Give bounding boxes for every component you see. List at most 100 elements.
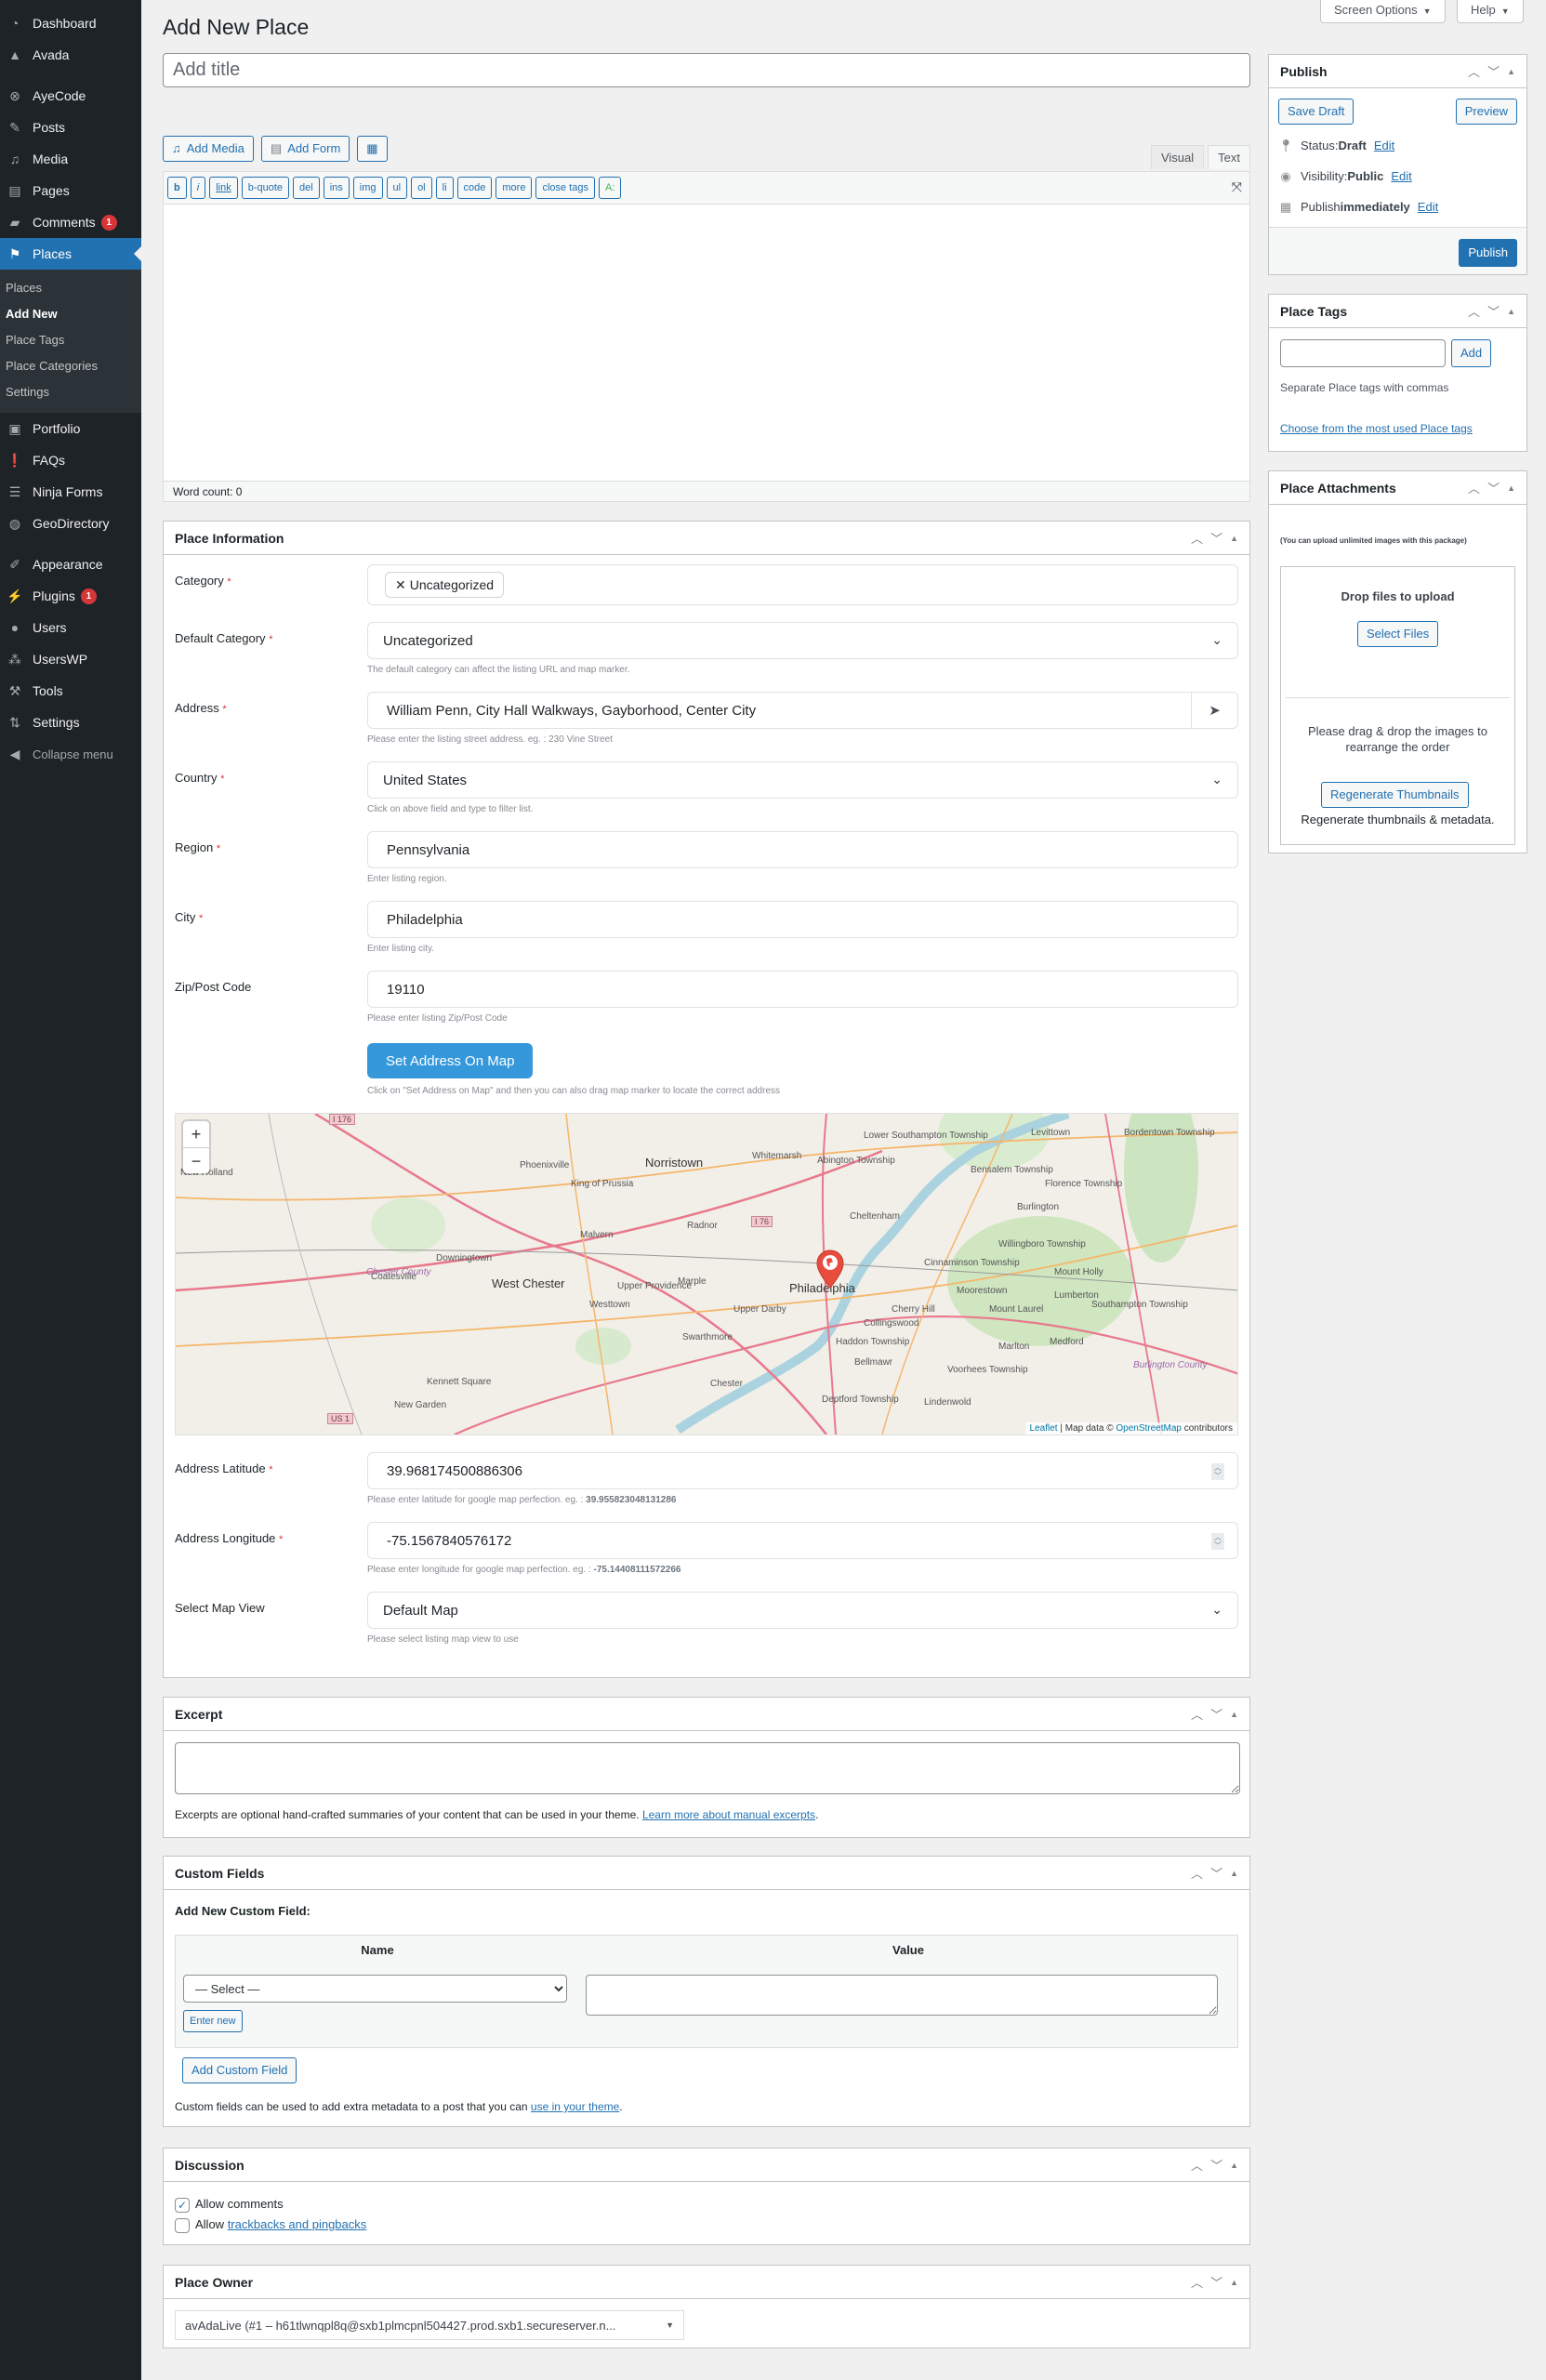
- add-tag-button[interactable]: Add: [1451, 339, 1492, 367]
- menu-userswp[interactable]: ⁂ UsersWP: [0, 643, 141, 675]
- enter-new-button[interactable]: Enter new: [183, 2010, 243, 2032]
- submenu-place-tags[interactable]: Place Tags: [0, 327, 141, 353]
- qt-code-button[interactable]: code: [456, 177, 493, 199]
- qt-more-button[interactable]: more: [496, 177, 533, 199]
- toggle-panel-icon[interactable]: ▲: [1230, 2161, 1238, 2170]
- move-up-icon[interactable]: ︿: [1191, 2156, 1203, 2174]
- qt-ol-button[interactable]: ol: [411, 177, 432, 199]
- toggle-panel-icon[interactable]: ▲: [1230, 2278, 1238, 2287]
- excerpt-textarea[interactable]: [175, 1742, 1240, 1794]
- map-marker-icon[interactable]: [816, 1250, 844, 1289]
- toggle-panel-icon[interactable]: ▲: [1230, 534, 1238, 543]
- add-custom-field-button[interactable]: Add Custom Field: [182, 2057, 297, 2083]
- toggle-panel-icon[interactable]: ▲: [1507, 483, 1515, 493]
- menu-comments[interactable]: ▰ Comments 1: [0, 206, 141, 238]
- default-category-select[interactable]: Uncategorized ⌄: [367, 622, 1238, 659]
- menu-plugins[interactable]: ⚡ Plugins 1: [0, 580, 141, 612]
- openstreetmap-link[interactable]: OpenStreetMap: [1116, 1423, 1182, 1434]
- locate-arrow-icon[interactable]: ➤: [1191, 693, 1237, 728]
- move-up-icon[interactable]: ︿: [1468, 302, 1480, 320]
- fullscreen-icon[interactable]: ⤧: [1232, 179, 1242, 195]
- toggle-panel-icon[interactable]: ▲: [1507, 67, 1515, 76]
- content-textarea[interactable]: [163, 205, 1250, 482]
- number-spinner-icon[interactable]: ︿ ﹀: [1211, 1463, 1224, 1480]
- menu-faqs[interactable]: ❗ FAQs: [0, 444, 141, 476]
- menu-media[interactable]: ♫ Media: [0, 143, 141, 175]
- remove-icon[interactable]: ✕: [395, 577, 406, 593]
- address-input[interactable]: [385, 701, 1222, 720]
- qt-bold-button[interactable]: b: [167, 177, 187, 199]
- custom-field-value-textarea[interactable]: [586, 1975, 1218, 2016]
- move-up-icon[interactable]: ︿: [1468, 62, 1480, 80]
- publish-button[interactable]: Publish: [1459, 239, 1517, 267]
- category-multiselect[interactable]: ✕ Uncategorized: [367, 564, 1238, 605]
- latitude-field[interactable]: ︿﹀: [367, 1452, 1238, 1489]
- add-form-button[interactable]: ▤ Add Form: [260, 136, 350, 162]
- submenu-add-new[interactable]: Add New: [0, 301, 141, 327]
- allow-trackbacks-checkbox[interactable]: [175, 2217, 190, 2233]
- menu-posts[interactable]: ✎ Posts: [0, 112, 141, 143]
- move-up-icon[interactable]: ︿: [1191, 1864, 1203, 1882]
- menu-ninja-forms[interactable]: ☰ Ninja Forms: [0, 476, 141, 508]
- custom-field-name-select[interactable]: — Select —: [183, 1975, 567, 2003]
- blocks-grid-button[interactable]: ▦: [357, 136, 388, 162]
- edit-schedule-link[interactable]: Edit: [1418, 200, 1438, 214]
- toggle-panel-icon[interactable]: ▲: [1230, 1869, 1238, 1878]
- menu-settings[interactable]: ⇅ Settings: [0, 707, 141, 738]
- screen-options-button[interactable]: Screen Options ▼: [1320, 0, 1446, 23]
- menu-tools[interactable]: ⚒ Tools: [0, 675, 141, 707]
- city-field[interactable]: [367, 901, 1238, 938]
- move-down-icon[interactable]: ﹀: [1210, 1864, 1222, 1882]
- qt-li-button[interactable]: li: [435, 177, 454, 199]
- tab-text[interactable]: Text: [1208, 145, 1250, 169]
- move-up-icon[interactable]: ︿: [1191, 2273, 1203, 2291]
- allow-comments-checkbox[interactable]: ✓: [175, 2197, 190, 2213]
- post-title-input[interactable]: [163, 53, 1250, 87]
- zip-field[interactable]: [367, 971, 1238, 1008]
- menu-ayecode[interactable]: ⊗ AyeCode: [0, 80, 141, 112]
- add-media-button[interactable]: ♫ Add Media: [163, 136, 254, 162]
- move-down-icon[interactable]: ﹀: [1210, 2273, 1222, 2291]
- submenu-settings[interactable]: Settings: [0, 379, 141, 405]
- toggle-panel-icon[interactable]: ▲: [1507, 307, 1515, 316]
- qt-blockquote-button[interactable]: b-quote: [241, 177, 290, 199]
- zoom-out-button[interactable]: −: [183, 1147, 209, 1173]
- zip-input[interactable]: [385, 980, 1222, 998]
- address-field[interactable]: ➤: [367, 692, 1238, 729]
- menu-appearance[interactable]: ✐ Appearance: [0, 549, 141, 580]
- preview-button[interactable]: Preview: [1455, 99, 1517, 125]
- qt-ayecode-button[interactable]: A:: [598, 177, 622, 199]
- qt-italic-button[interactable]: i: [190, 177, 206, 199]
- country-select[interactable]: United States ⌄: [367, 761, 1238, 799]
- menu-pages[interactable]: ▤ Pages: [0, 175, 141, 206]
- menu-avada[interactable]: ▲ Avada: [0, 39, 141, 71]
- region-field[interactable]: [367, 831, 1238, 868]
- move-down-icon[interactable]: ﹀: [1487, 62, 1500, 80]
- qt-ins-button[interactable]: ins: [323, 177, 350, 199]
- menu-users[interactable]: ● Users: [0, 612, 141, 643]
- submenu-places[interactable]: Places: [0, 275, 141, 301]
- move-down-icon[interactable]: ﹀: [1487, 302, 1500, 320]
- qt-del-button[interactable]: del: [293, 177, 320, 199]
- move-down-icon[interactable]: ﹀: [1210, 1705, 1222, 1723]
- toggle-panel-icon[interactable]: ▲: [1230, 1710, 1238, 1719]
- move-up-icon[interactable]: ︿: [1191, 1705, 1203, 1723]
- place-owner-select[interactable]: avAdaLive (#1 – h61tlwnqpl8q@sxb1plmcpnl…: [175, 2310, 684, 2340]
- help-button[interactable]: Help ▼: [1457, 0, 1524, 23]
- learn-more-excerpts-link[interactable]: Learn more about manual excerpts: [642, 1808, 815, 1821]
- set-address-on-map-button[interactable]: Set Address On Map: [367, 1043, 534, 1078]
- move-up-icon[interactable]: ︿: [1191, 529, 1203, 547]
- save-draft-button[interactable]: Save Draft: [1278, 99, 1354, 125]
- regenerate-thumbnails-button[interactable]: Regenerate Thumbnails: [1321, 782, 1469, 808]
- city-input[interactable]: [385, 910, 1222, 929]
- qt-link-button[interactable]: link: [209, 177, 238, 199]
- move-up-icon[interactable]: ︿: [1468, 479, 1480, 496]
- edit-status-link[interactable]: Edit: [1374, 139, 1394, 152]
- collapse-menu-button[interactable]: ◀ Collapse menu: [0, 738, 141, 770]
- trackbacks-link[interactable]: trackbacks and pingbacks: [228, 2217, 367, 2231]
- qt-close-tags-button[interactable]: close tags: [535, 177, 595, 199]
- qt-img-button[interactable]: img: [352, 177, 383, 199]
- menu-places[interactable]: ⚑ Places: [0, 238, 141, 270]
- leaflet-link[interactable]: Leaflet: [1030, 1423, 1058, 1434]
- address-map[interactable]: Phoenixville Norristown Whitemarsh Abington…: [175, 1113, 1238, 1435]
